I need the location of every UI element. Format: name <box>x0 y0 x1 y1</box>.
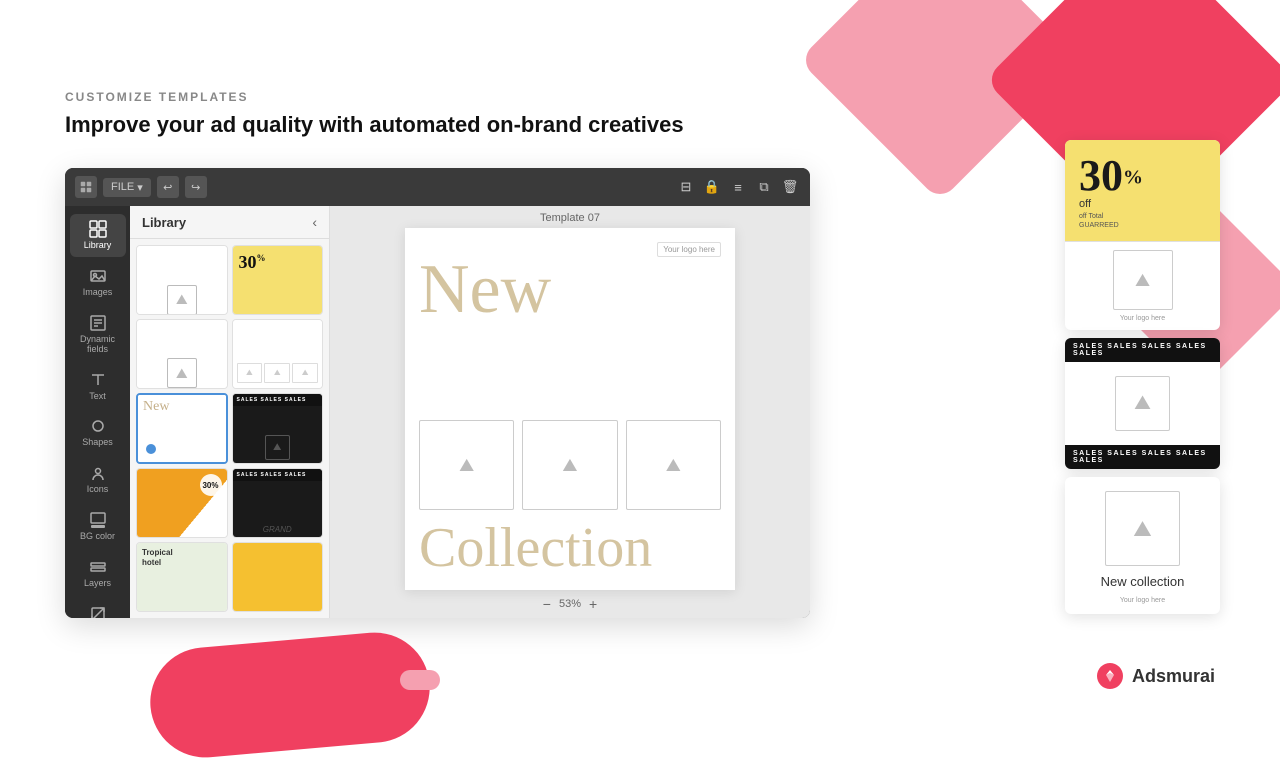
headline: Improve your ad quality with automated o… <box>65 112 684 138</box>
preview-subtitle: off Total GUARREED <box>1079 212 1206 232</box>
library-header: Library ‹ <box>130 206 329 239</box>
preview-nc-img: ⛰ <box>1105 491 1180 566</box>
deco-shape-pink-small <box>400 670 440 690</box>
canvas-new-text: New <box>419 258 551 321</box>
canvas-img-1[interactable]: ⛰ <box>419 420 514 510</box>
undo-btn[interactable]: ↩ <box>157 176 179 198</box>
library-toolbar-btn[interactable] <box>75 176 97 198</box>
sidebar-item-resize[interactable]: Resize <box>70 599 126 618</box>
preview-card1-logo: Your logo here <box>1120 315 1165 322</box>
preview-yellow-area: 30% off off Total GUARREED <box>1065 140 1220 241</box>
sidebar-label-bg-color: BG color <box>80 532 115 542</box>
canvas-img-2[interactable]: ⛰ <box>522 420 617 510</box>
sidebar-item-images[interactable]: Images <box>70 261 126 304</box>
sidebar-label-shapes: Shapes <box>82 438 113 448</box>
preview-nc-logo: Your logo here <box>1120 597 1165 604</box>
align-icon[interactable]: ⊟ <box>676 177 696 197</box>
library-collapse-btn[interactable]: ‹ <box>312 214 317 230</box>
sidebar-item-text[interactable]: Text <box>70 365 126 408</box>
canvas-img-3[interactable]: ⛰ <box>626 420 721 510</box>
template-thumb-4[interactable]: ⛰ ⛰ ⛰ <box>232 319 324 389</box>
zoom-out-btn[interactable]: − <box>543 596 551 612</box>
preview-card-yellow: 30% off off Total GUARREED ⛰ Your logo h… <box>1065 140 1220 330</box>
preview-card1-img: ⛰ <box>1113 250 1173 310</box>
sales-img-placeholder: ⛰ <box>1115 376 1170 431</box>
preview-subtitle-line2: GUARREED <box>1079 221 1206 231</box>
preview-percent: % <box>1123 167 1143 189</box>
zoom-percent: 53% <box>559 598 581 610</box>
preview-discount-number: 30% <box>1079 156 1143 196</box>
template-label: Template 07 <box>540 206 600 228</box>
toolbar-right-icons: ⊟ 🔒 ≡ ⧉ 🗑 <box>676 177 800 197</box>
canvas-collection-text: Collection <box>419 520 721 576</box>
sidebar-label-images: Images <box>83 288 113 298</box>
header-section: CUSTOMIZE TEMPLATES Improve your ad qual… <box>65 90 684 138</box>
customize-label: CUSTOMIZE TEMPLATES <box>65 90 684 104</box>
template-thumb-1[interactable]: ⛰ <box>136 245 228 315</box>
layers-icon[interactable]: ≡ <box>728 177 748 197</box>
template-thumb-5[interactable]: New Collection <box>136 393 228 465</box>
sidebar-item-shapes[interactable]: Shapes <box>70 411 126 454</box>
file-chevron: ▾ <box>137 181 143 194</box>
preview-card-new-collection: ⛰ New collection Your logo here <box>1065 477 1220 614</box>
preview-card1-bottom: ⛰ Your logo here <box>1065 242 1220 330</box>
copy-icon[interactable]: ⧉ <box>754 177 774 197</box>
preview-30: 30 <box>1079 151 1123 200</box>
library-title: Library <box>142 215 186 230</box>
sales-bar-bottom: SALES SALES SALES SALES SALES <box>1065 445 1220 469</box>
lock-icon[interactable]: 🔒 <box>702 177 722 197</box>
adsmurai-logo: Adsmurai <box>1096 662 1215 690</box>
sidebar-item-layers[interactable]: Layers <box>70 552 126 595</box>
adsmurai-text: Adsmurai <box>1132 666 1215 687</box>
template-thumb-7[interactable]: 30% ⛰ <box>136 468 228 538</box>
sidebar-label-library: Library <box>84 241 112 251</box>
sidebar-item-bg-color[interactable]: BG color <box>70 505 126 548</box>
template-thumb-10[interactable]: new collectionnew collectionnew collecti… <box>232 542 324 612</box>
template-thumb-3[interactable]: ⛰ <box>136 319 228 389</box>
canvas-images: ⛰ ⛰ ⛰ <box>419 420 721 510</box>
sales-bar-top: SALES SALES SALES SALES SALES <box>1065 338 1220 362</box>
canvas-logo: Your logo here <box>657 242 721 257</box>
preview-subtitle-line1: off Total <box>1079 212 1206 222</box>
preview-card-dark: SALES SALES SALES SALES SALES ⛰ SALES SA… <box>1065 338 1220 469</box>
sidebar-label-dynamic: Dynamic fields <box>74 335 122 355</box>
canvas-area: Template 07 Your logo here New ⛰ ⛰ ⛰ Col… <box>330 206 810 618</box>
template-thumb-8[interactable]: SALES SALES SALES GRAND <box>232 468 324 538</box>
deco-shape-coral-bottom <box>146 628 435 762</box>
thumb-3-placeholder: ⛰ <box>167 358 197 388</box>
sales-white-area: ⛰ <box>1065 362 1220 445</box>
sidebar-label-layers: Layers <box>84 579 111 589</box>
library-panel: Library ‹ ⛰ 30% <box>130 206 330 618</box>
sidebar-item-library[interactable]: Library <box>70 214 126 257</box>
zoom-in-btn[interactable]: + <box>589 596 597 612</box>
right-panel: 30% off off Total GUARREED ⛰ Your logo h… <box>1065 140 1220 614</box>
sidebar-icons: Library Images Dynamic fields Text Shape… <box>65 206 130 618</box>
sidebar-label-text: Text <box>89 392 106 402</box>
library-grid: ⛰ 30% ⛰ <box>130 239 329 618</box>
file-menu[interactable]: FILE ▾ <box>103 178 151 197</box>
sidebar-label-icons: Icons <box>87 485 109 495</box>
template-thumb-6[interactable]: SALES SALES SALES ⛰ SALES SALES SALES <box>232 393 324 465</box>
trash-icon[interactable]: 🗑 <box>780 177 800 197</box>
zoom-bar: − 53% + <box>537 590 603 618</box>
file-label: FILE <box>111 181 134 193</box>
template-thumb-2[interactable]: 30% <box>232 245 324 315</box>
thumb-1-placeholder: ⛰ <box>167 285 197 315</box>
editor-body: Library Images Dynamic fields Text Shape… <box>65 206 810 618</box>
preview-nc-title: New collection <box>1101 574 1185 589</box>
canvas-frame[interactable]: Your logo here New ⛰ ⛰ ⛰ Collection <box>405 228 735 590</box>
toolbar: FILE ▾ ↩ ↪ ⊟ 🔒 ≡ ⧉ 🗑 <box>65 168 810 206</box>
editor-container: FILE ▾ ↩ ↪ ⊟ 🔒 ≡ ⧉ 🗑 Library Images <box>65 168 810 618</box>
sidebar-item-icons[interactable]: Icons <box>70 458 126 501</box>
adsmurai-icon <box>1096 662 1124 690</box>
template-thumb-9[interactable]: Tropical hotel <box>136 542 228 612</box>
sidebar-item-dynamic[interactable]: Dynamic fields <box>70 308 126 361</box>
redo-btn[interactable]: ↪ <box>185 176 207 198</box>
